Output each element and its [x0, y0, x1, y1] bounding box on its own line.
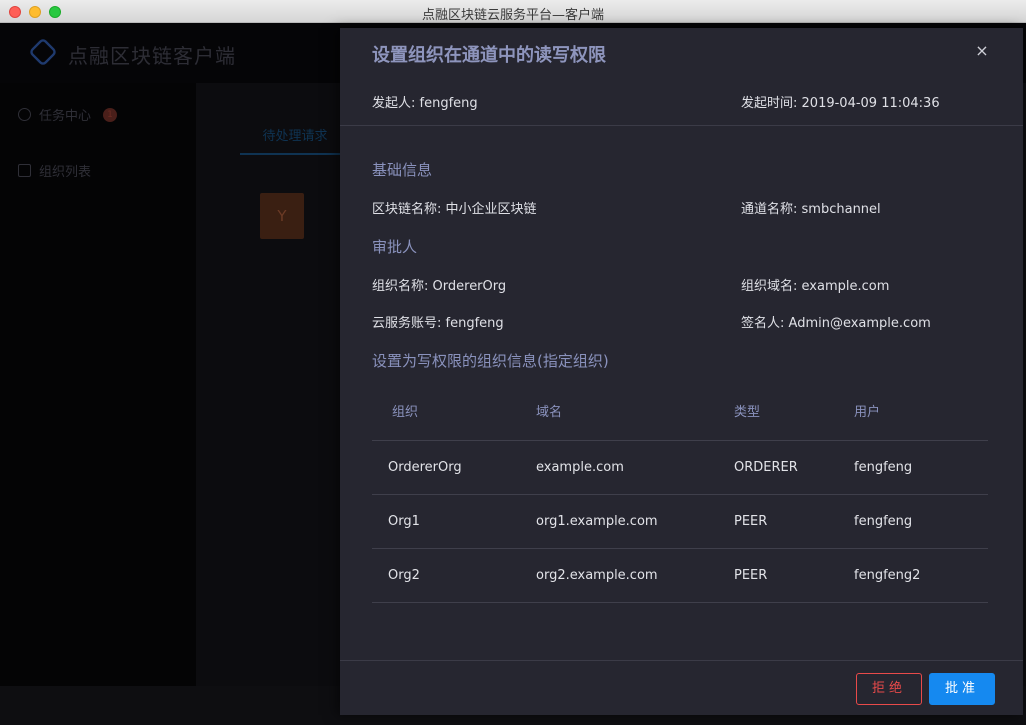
sidebar-item-org-list[interactable]: 组织列表: [18, 161, 91, 180]
cell-user: fengfeng: [854, 514, 913, 529]
org-domain-field: 组织域名: example.com: [741, 275, 889, 294]
column-header-user: 用户: [854, 405, 881, 420]
cell-org: OrdererOrg: [388, 460, 462, 475]
logo-icon: [28, 37, 58, 67]
table-header: 组织 域名 类型 用户: [372, 393, 988, 441]
org-name-field: 组织名称: OrdererOrg: [372, 275, 506, 294]
cloud-account-field: 云服务账号: fengfeng: [372, 312, 504, 331]
section-title-approver: 审批人: [372, 238, 418, 256]
channel-name-label: 通道名称:: [741, 202, 798, 217]
initiator: 发起人: fengfeng: [372, 92, 478, 111]
cell-domain: org1.example.com: [536, 514, 658, 529]
table-row: Org1 org1.example.com PEER fengfeng: [372, 495, 988, 549]
channel-name-field: 通道名称: smbchannel: [741, 198, 881, 217]
request-card-avatar[interactable]: Y: [260, 193, 304, 239]
app-name: 点融区块链客户端: [68, 44, 236, 68]
section-title-basic-info: 基础信息: [372, 161, 433, 179]
list-icon: [18, 164, 31, 177]
sidebar-item-label: 任务中心: [39, 109, 92, 124]
column-header-org: 组织: [392, 405, 419, 420]
table-row: Org2 org2.example.com PEER fengfeng2: [372, 549, 988, 603]
chain-name-label: 区块链名称:: [372, 202, 442, 217]
table-row: OrdererOrg example.com ORDERER fengfeng: [372, 441, 988, 495]
chain-name-field: 区块链名称: 中小企业区块链: [372, 198, 537, 217]
approve-button[interactable]: 批准: [929, 673, 995, 705]
request-detail-drawer: 设置组织在通道中的读写权限 × 发起人: fengfeng 发起时间: 2019…: [340, 28, 1023, 715]
cloud-account-value: fengfeng: [445, 316, 504, 331]
time-value: 2019-04-09 11:04:36: [801, 96, 940, 111]
cell-domain: example.com: [536, 460, 624, 475]
org-name-value: OrdererOrg: [432, 279, 507, 294]
initiator-label: 发起人:: [372, 96, 416, 111]
column-header-type: 类型: [734, 405, 761, 420]
window-title: 点融区块链云服务平台—客户端: [421, 8, 604, 23]
reject-button[interactable]: 拒绝: [856, 673, 922, 705]
cell-user: fengfeng: [854, 460, 913, 475]
org-domain-value: example.com: [801, 279, 890, 294]
cell-user: fengfeng2: [854, 568, 921, 583]
drawer-footer: 拒绝 批准: [340, 660, 1023, 715]
close-icon[interactable]: ×: [973, 42, 991, 60]
org-domain-label: 组织域名:: [741, 279, 798, 294]
initiated-time: 发起时间: 2019-04-09 11:04:36: [741, 92, 940, 111]
cell-type: PEER: [734, 568, 768, 583]
app-window: 点融区块链云服务平台—客户端 点融区块链客户端 任务中心 1 组织列表 待处理请…: [0, 0, 1026, 725]
cell-org: Org1: [388, 514, 420, 529]
cell-domain: org2.example.com: [536, 568, 658, 583]
signer-label: 签名人:: [741, 316, 785, 331]
drawer-header: 设置组织在通道中的读写权限 × 发起人: fengfeng 发起时间: 2019…: [340, 28, 1023, 126]
check-circle-icon: [18, 108, 31, 121]
signer-value: Admin@example.com: [788, 316, 931, 331]
cell-org: Org2: [388, 568, 420, 583]
signer-field: 签名人: Admin@example.com: [741, 312, 931, 331]
section-title-write-orgs: 设置为写权限的组织信息(指定组织): [372, 352, 609, 370]
write-orgs-table: 组织 域名 类型 用户 OrdererOrg example.com ORDER…: [372, 393, 988, 603]
title-bar: 点融区块链云服务平台—客户端: [0, 0, 1026, 23]
sidebar: 任务中心 1 组织列表: [0, 83, 196, 686]
sidebar-item-label: 组织列表: [39, 165, 92, 180]
drawer-title: 设置组织在通道中的读写权限: [372, 45, 606, 66]
initiator-value: fengfeng: [419, 96, 478, 111]
time-label: 发起时间:: [741, 96, 798, 111]
notification-badge: 1: [103, 107, 118, 122]
cloud-account-label: 云服务账号:: [372, 316, 442, 331]
chain-name-value: 中小企业区块链: [445, 202, 537, 217]
org-name-label: 组织名称:: [372, 279, 429, 294]
channel-name-value: smbchannel: [801, 202, 881, 217]
cell-type: PEER: [734, 514, 768, 529]
tab-pending-requests[interactable]: 待处理请求: [240, 123, 350, 155]
sidebar-item-task-center[interactable]: 任务中心 1: [18, 105, 118, 124]
column-header-domain: 域名: [536, 405, 563, 420]
cell-type: ORDERER: [734, 460, 798, 475]
